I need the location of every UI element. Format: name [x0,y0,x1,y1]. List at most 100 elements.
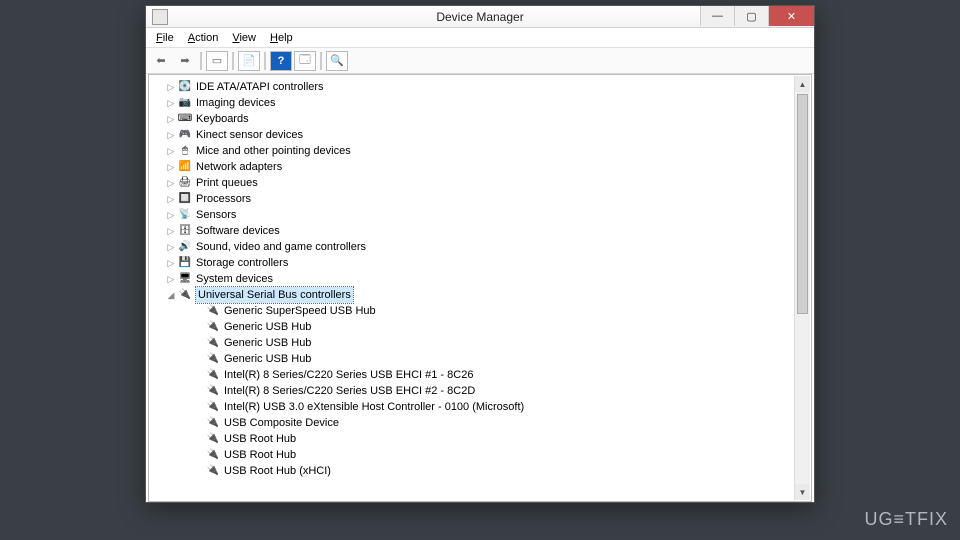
tree-node-label: Imaging devices [196,95,276,111]
toolbar: ⬅ ➡ ▭ 📄 ? 🗔 🔍 [146,48,814,74]
tree-node-label: Universal Serial Bus controllers [196,287,353,303]
tree-node-label: USB Composite Device [224,415,339,431]
expand-arrow-icon[interactable]: ▷ [165,207,177,223]
device-icon: ⌨ [177,112,193,126]
tree-node[interactable]: 🔌Generic USB Hub [193,319,811,335]
scroll-down-button[interactable]: ▼ [795,484,810,500]
tree-node[interactable]: 🔌Intel(R) 8 Series/C220 Series USB EHCI … [193,367,811,383]
tree-node-label: Sound, video and game controllers [196,239,366,255]
device-icon: 🔌 [177,288,193,302]
tree-node[interactable]: ▷💽IDE ATA/ATAPI controllers [165,79,811,95]
back-button[interactable]: ⬅ [150,51,172,71]
device-icon: 💾 [177,256,193,270]
menu-action[interactable]: Action [182,30,225,46]
device-icon: 📶 [177,160,193,174]
tree-node[interactable]: ▷⌨Keyboards [165,111,811,127]
tree-node-label: Generic USB Hub [224,335,311,351]
tree-node-label: Intel(R) 8 Series/C220 Series USB EHCI #… [224,383,475,399]
device-icon: 🔌 [205,464,221,478]
tree-node[interactable]: ▷🖱Mice and other pointing devices [165,143,811,159]
device-icon: 🔲 [177,192,193,206]
expand-arrow-icon[interactable]: ▷ [165,239,177,255]
tree-node[interactable]: 🔌Generic SuperSpeed USB Hub [193,303,811,319]
vertical-scrollbar[interactable]: ▲ ▼ [794,76,810,500]
tree-node[interactable]: ▷📶Network adapters [165,159,811,175]
expand-arrow-icon[interactable]: ▷ [165,159,177,175]
expand-arrow-icon[interactable]: ▷ [165,127,177,143]
tree-node[interactable]: 🔌Intel(R) USB 3.0 eXtensible Host Contro… [193,399,811,415]
tree-node-label: Network adapters [196,159,282,175]
uninstall-button[interactable]: 🔍 [326,51,348,71]
tree-node-label: Intel(R) USB 3.0 eXtensible Host Control… [224,399,524,415]
scroll-thumb[interactable] [797,94,808,314]
tree-node-label: Storage controllers [196,255,288,271]
toolbar-separator [320,52,322,70]
tree-node[interactable]: 🔌Intel(R) 8 Series/C220 Series USB EHCI … [193,383,811,399]
titlebar[interactable]: Device Manager — ▢ ✕ [146,6,814,28]
tree-node[interactable]: ▷🖥System devices [165,271,811,287]
device-icon: 🔌 [205,320,221,334]
tree-node-label: Intel(R) 8 Series/C220 Series USB EHCI #… [224,367,473,383]
tree-node[interactable]: ▷🔊Sound, video and game controllers [165,239,811,255]
maximize-button[interactable]: ▢ [734,6,768,26]
tree-node-label: IDE ATA/ATAPI controllers [196,79,324,95]
device-icon: 🖨 [177,176,193,190]
tree-node[interactable]: ▷📡Sensors [165,207,811,223]
tree-node-label: System devices [196,271,273,287]
tree-node[interactable]: 🔌USB Root Hub (xHCI) [193,463,811,479]
help-button[interactable]: ? [270,51,292,71]
expand-arrow-icon[interactable]: ▷ [165,191,177,207]
device-icon: 📡 [177,208,193,222]
tree-node-label: Mice and other pointing devices [196,143,351,159]
device-icon: 📷 [177,96,193,110]
close-button[interactable]: ✕ [768,6,814,26]
expand-arrow-icon[interactable]: ◢ [165,287,177,303]
tree-node-label: Generic USB Hub [224,351,311,367]
expand-arrow-icon[interactable]: ▷ [165,271,177,287]
show-hide-tree-button[interactable]: ▭ [206,51,228,71]
minimize-button[interactable]: — [700,6,734,26]
tree-node[interactable]: ◢🔌Universal Serial Bus controllers [165,287,811,303]
expand-arrow-icon[interactable]: ▷ [165,143,177,159]
tree-node[interactable]: ▷🗄Software devices [165,223,811,239]
menu-view[interactable]: View [226,30,262,46]
tree-node[interactable]: ▷🖨Print queues [165,175,811,191]
tree-node[interactable]: ▷💾Storage controllers [165,255,811,271]
menu-help[interactable]: Help [264,30,299,46]
menubar: File Action View Help [146,28,814,48]
device-icon: 🎮 [177,128,193,142]
tree-node-label: Generic USB Hub [224,319,311,335]
tree-node-label: Sensors [196,207,236,223]
device-icon: 🖱 [177,144,193,158]
expand-arrow-icon[interactable]: ▷ [165,255,177,271]
forward-button[interactable]: ➡ [174,51,196,71]
expand-arrow-icon[interactable]: ▷ [165,111,177,127]
expand-arrow-icon[interactable]: ▷ [165,79,177,95]
device-icon: 🔊 [177,240,193,254]
window-controls: — ▢ ✕ [700,6,814,26]
tree-node[interactable]: 🔌Generic USB Hub [193,351,811,367]
device-icon: 🔌 [205,432,221,446]
scan-hardware-button[interactable]: 🗔 [294,51,316,71]
tree-node[interactable]: ▷📷Imaging devices [165,95,811,111]
expand-arrow-icon[interactable]: ▷ [165,95,177,111]
scroll-up-button[interactable]: ▲ [795,76,810,92]
properties-button[interactable]: 📄 [238,51,260,71]
tree-pane: ▷💽IDE ATA/ATAPI controllers▷📷Imaging dev… [148,74,812,502]
tree-node[interactable]: 🔌USB Root Hub [193,431,811,447]
toolbar-separator [232,52,234,70]
tree-node[interactable]: ▷🔲Processors [165,191,811,207]
tree-node[interactable]: 🔌Generic USB Hub [193,335,811,351]
menu-file[interactable]: File [150,30,180,46]
expand-arrow-icon[interactable]: ▷ [165,223,177,239]
tree-node-label: Print queues [196,175,258,191]
tree-node[interactable]: 🔌USB Root Hub [193,447,811,463]
device-icon: 🔌 [205,400,221,414]
device-icon: 🔌 [205,336,221,350]
tree-node[interactable]: 🔌USB Composite Device [193,415,811,431]
tree-node-label: Processors [196,191,251,207]
tree-node-label: USB Root Hub [224,431,296,447]
tree-node[interactable]: ▷🎮Kinect sensor devices [165,127,811,143]
device-icon: 🔌 [205,304,221,318]
expand-arrow-icon[interactable]: ▷ [165,175,177,191]
